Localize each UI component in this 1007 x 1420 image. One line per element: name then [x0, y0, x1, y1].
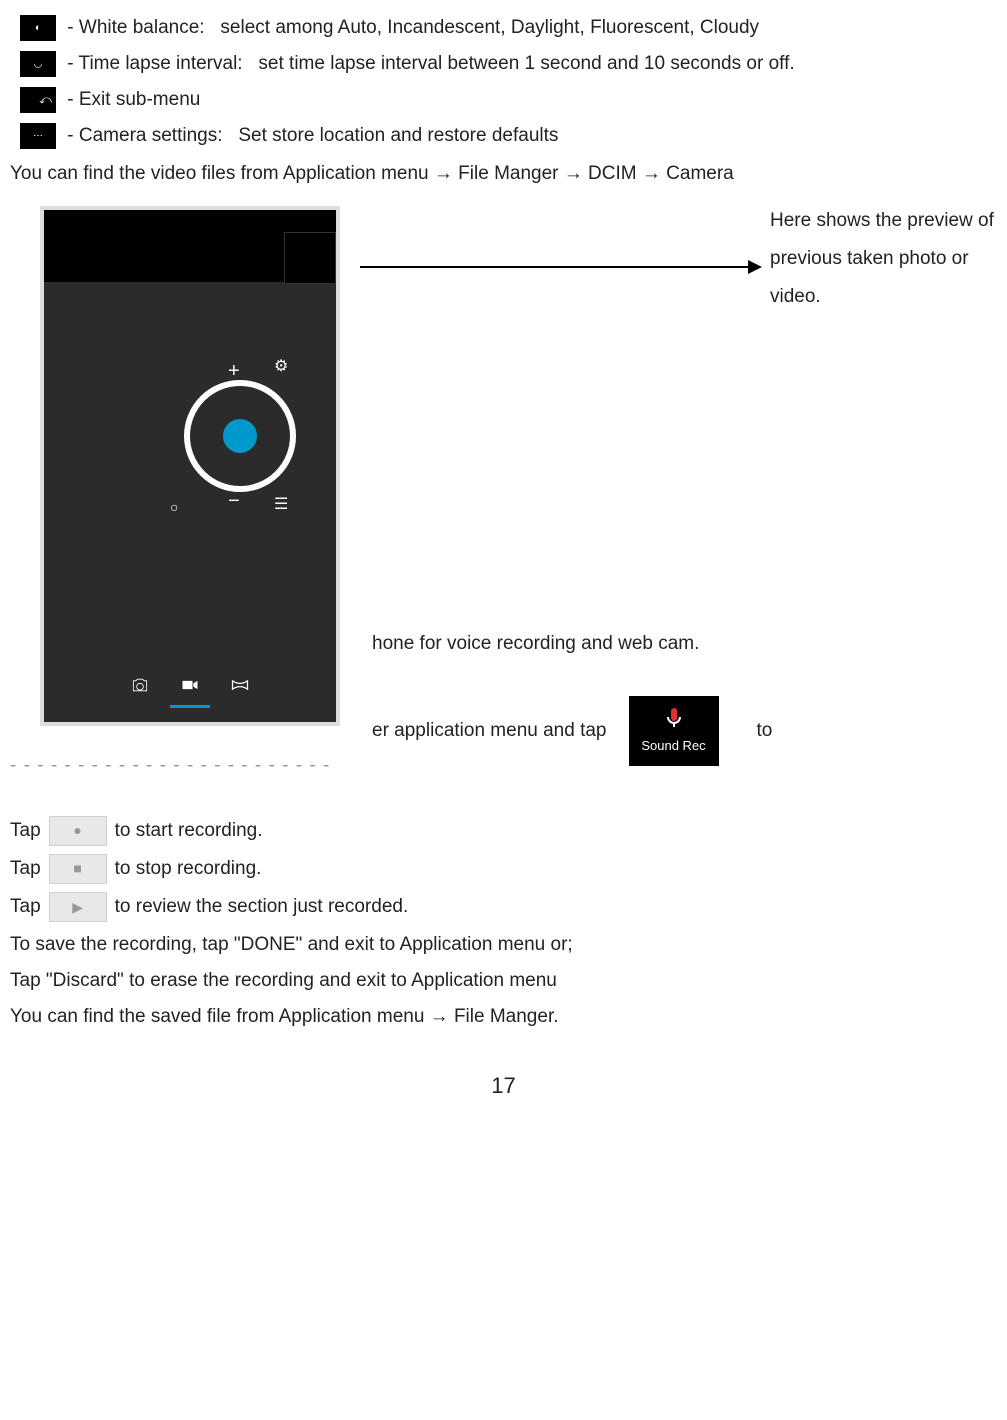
- tap-stop-row: Tap ■ to stop recording.: [10, 851, 997, 887]
- item-desc: select among Auto, Incandescent, Dayligh…: [205, 10, 759, 46]
- sliders-icon[interactable]: ☰: [274, 490, 288, 520]
- white-balance-icon: ◐: [20, 15, 56, 41]
- item-white-balance: ◐ - White balance: select among Auto, In…: [20, 10, 997, 46]
- shutter-button[interactable]: [223, 419, 257, 453]
- mode-row: [44, 666, 336, 712]
- tap-review-row: Tap ▶ to review the section just recorde…: [10, 889, 997, 925]
- time-lapse-icon: ◡: [20, 51, 56, 77]
- item-time-lapse: ◡ - Time lapse interval: set time lapse …: [20, 46, 997, 82]
- partial-row-2: er application menu and tap Sound Rec to: [372, 696, 772, 766]
- phone-preview-strip: [44, 232, 336, 282]
- page-number: 17: [10, 1065, 997, 1107]
- tap-post: to review the section just recorded.: [115, 889, 409, 925]
- item-label: - Time lapse interval:: [62, 46, 243, 82]
- tap-pre: Tap: [10, 813, 41, 849]
- find-saved-path: You can find the saved file from Applica…: [10, 999, 997, 1035]
- camera-dial[interactable]: + ⚙ ○ − ☰: [184, 380, 296, 492]
- panorama-mode-icon[interactable]: [230, 672, 250, 706]
- tap-pre: Tap: [10, 889, 41, 925]
- item-label: - Exit sub-menu: [62, 82, 200, 118]
- item-desc: Set store location and restore defaults: [223, 118, 559, 154]
- save-instruction: To save the recording, tap "DONE" and ex…: [10, 927, 997, 963]
- partial-text-2b: to: [757, 713, 773, 749]
- sound-recorder-app-icon[interactable]: Sound Rec: [629, 696, 719, 766]
- tap-pre: Tap: [10, 851, 41, 887]
- phone-status-bar: [44, 210, 336, 232]
- video-mode-icon[interactable]: [180, 672, 200, 706]
- callout-text: Here shows the preview of previous taken…: [770, 202, 1007, 316]
- sound-recorder-label: Sound Rec: [641, 734, 705, 759]
- partial-text-1: hone for voice recording and web cam.: [372, 626, 699, 662]
- tap-start-row: Tap ● to start recording.: [10, 813, 997, 849]
- back-icon: ⤺: [20, 87, 56, 113]
- active-mode-underline: [170, 705, 210, 708]
- phone-screenshot: + ⚙ ○ − ☰: [40, 206, 340, 726]
- callout-arrow: [360, 266, 760, 268]
- preview-thumbnail[interactable]: [284, 232, 336, 284]
- minus-icon[interactable]: −: [228, 482, 240, 520]
- settings-icon: ⋯: [20, 123, 56, 149]
- stop-button-icon[interactable]: ■: [49, 854, 107, 884]
- item-exit-submenu: ⤺ - Exit sub-menu: [20, 82, 997, 118]
- partial-text-2a: er application menu and tap: [372, 713, 607, 749]
- play-button-icon[interactable]: ▶: [49, 892, 107, 922]
- item-label: - Camera settings:: [62, 118, 223, 154]
- record-button-icon[interactable]: ●: [49, 816, 107, 846]
- item-camera-settings: ⋯ - Camera settings: Set store location …: [20, 118, 997, 154]
- photo-mode-icon[interactable]: [130, 672, 150, 706]
- tap-post: to stop recording.: [115, 851, 262, 887]
- flash-icon[interactable]: ⚙: [274, 352, 288, 382]
- discard-instruction: Tap "Discard" to erase the recording and…: [10, 963, 997, 999]
- item-label: - White balance:: [62, 10, 205, 46]
- item-desc: set time lapse interval between 1 second…: [243, 46, 795, 82]
- find-video-path: You can find the video files from Applic…: [10, 156, 997, 192]
- camera-screenshot-figure: + ⚙ ○ − ☰ Here shows the preview of prev…: [40, 206, 997, 766]
- circle-icon[interactable]: ○: [170, 494, 178, 521]
- tap-post: to start recording.: [115, 813, 263, 849]
